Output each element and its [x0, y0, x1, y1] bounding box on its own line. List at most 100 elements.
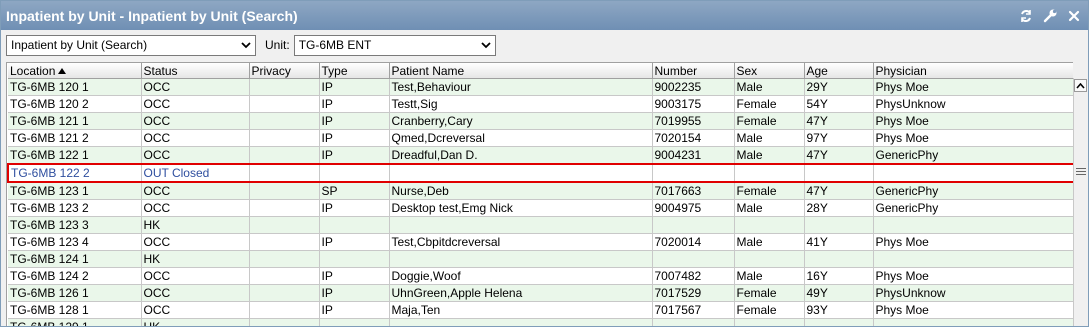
table-row[interactable]: TG-6MB 129 1 HK	[8, 318, 1074, 326]
column-header-location[interactable]: Location	[8, 63, 142, 79]
scrollbar-thumb-grip-icon[interactable]	[1076, 165, 1086, 177]
cell-patient-name: Desktop test,Emg Nick	[389, 199, 653, 217]
cell-age	[804, 163, 874, 183]
column-header-number[interactable]: Number	[652, 63, 735, 79]
cell-location: TG-6MB 122 2	[7, 163, 142, 183]
table-body: TG-6MB 120 1 OCC IP Test,Behaviour 9002235 Ma…	[7, 78, 1074, 326]
cell-location: TG-6MB 123 1	[8, 182, 142, 200]
cell-status: HK	[141, 250, 250, 268]
table-row[interactable]: TG-6MB 120 2 OCC IP Testt,Sig 9003175 Female 5…	[8, 95, 1074, 113]
cell-physician: Phys Moe	[873, 129, 1074, 147]
cell-type: IP	[319, 95, 390, 113]
cell-type	[319, 318, 390, 326]
table-row[interactable]: TG-6MB 121 2 OCC IP Qmed,Dcreversal 7020154 M…	[8, 129, 1074, 147]
table-row[interactable]: TG-6MB 123 4 OCC IP Test,Cbpitdcreversal 702…	[8, 233, 1074, 251]
refresh-icon[interactable]	[1018, 8, 1034, 24]
sort-ascending-icon	[58, 68, 67, 75]
cell-privacy	[249, 129, 320, 147]
cell-privacy	[249, 182, 320, 200]
unit-select[interactable]: TG-6MB ENT	[293, 34, 496, 56]
vertical-scrollbar[interactable]	[1073, 78, 1088, 326]
cell-physician: GenericPhy	[873, 146, 1074, 165]
cell-privacy	[249, 95, 320, 113]
cell-type: IP	[319, 233, 390, 251]
patient-grid: Location Status Privacy Type Patient Nam…	[6, 62, 1074, 326]
table-row[interactable]: TG-6MB 128 1 OCC IP Maja,Ten 7017567 Female 93…	[8, 301, 1074, 319]
table-row[interactable]: TG-6MB 126 1 OCC IP UhnGreen,Apple Helena 70…	[8, 284, 1074, 302]
cell-location: TG-6MB 120 1	[8, 78, 142, 96]
cell-status: HK	[141, 216, 250, 234]
cell-type: IP	[319, 78, 390, 96]
cell-privacy	[249, 250, 320, 268]
cell-age: 54Y	[804, 95, 874, 113]
cell-privacy	[249, 267, 320, 285]
cell-status: OCC	[141, 284, 250, 302]
cell-patient-name: Doggie,Woof	[389, 267, 653, 285]
cell-type: IP	[319, 112, 390, 130]
column-header-age[interactable]: Age	[804, 63, 874, 79]
cell-status: OCC	[141, 301, 250, 319]
column-header-physician[interactable]: Physician	[873, 63, 1074, 79]
cell-status: HK	[141, 318, 250, 326]
cell-age: 93Y	[804, 301, 874, 319]
cell-status: OCC	[141, 182, 250, 200]
cell-physician: Phys Moe	[873, 233, 1074, 251]
cell-physician: PhysUnknow	[873, 284, 1074, 302]
cell-patient-name: Maja,Ten	[389, 301, 653, 319]
cell-number: 7020154	[652, 129, 735, 147]
patient-table: Location Status Privacy Type Patient Nam…	[7, 63, 1074, 326]
table-row-selected[interactable]: TG-6MB 122 2 OUT Closed	[7, 163, 1074, 183]
cell-age	[804, 318, 874, 326]
cell-age: 28Y	[804, 199, 874, 217]
cell-physician: GenericPhy	[873, 199, 1074, 217]
cell-physician: PhysUnknow	[873, 95, 1074, 113]
cell-number: 9003175	[652, 95, 735, 113]
table-row[interactable]: TG-6MB 124 1 HK	[8, 250, 1074, 268]
table-row[interactable]: TG-6MB 122 1 OCC IP Dreadful,Dan D. 9004231 M…	[8, 146, 1074, 165]
table-row[interactable]: TG-6MB 123 1 OCC SP Nurse,Deb 7017663 Female 4…	[8, 182, 1074, 200]
cell-type: SP	[319, 182, 390, 200]
cell-age: 41Y	[804, 233, 874, 251]
cell-location: TG-6MB 121 2	[8, 129, 142, 147]
cell-type: IP	[319, 301, 390, 319]
view-select[interactable]: Inpatient by Unit (Search)	[6, 34, 256, 56]
table-row[interactable]: TG-6MB 120 1 OCC IP Test,Behaviour 9002235 Ma…	[8, 78, 1074, 96]
column-header-sex[interactable]: Sex	[734, 63, 805, 79]
cell-type	[319, 163, 390, 183]
chevron-down-icon	[237, 41, 251, 49]
scroll-up-button[interactable]	[1074, 79, 1087, 92]
cell-location: TG-6MB 123 3	[8, 216, 142, 234]
cell-sex: Male	[734, 129, 805, 147]
column-header-privacy[interactable]: Privacy	[249, 63, 320, 79]
table-row[interactable]: TG-6MB 121 1 OCC IP Cranberry,Cary 7019955 Fe…	[8, 112, 1074, 130]
cell-privacy	[249, 199, 320, 217]
cell-number: 7020014	[652, 233, 735, 251]
cell-sex	[734, 318, 805, 326]
cell-patient-name: Test,Cbpitdcreversal	[389, 233, 653, 251]
cell-patient-name	[389, 250, 653, 268]
column-header-type[interactable]: Type	[319, 63, 390, 79]
close-icon[interactable]	[1066, 8, 1082, 24]
cell-sex: Female	[734, 284, 805, 302]
cell-physician	[873, 318, 1074, 326]
table-header-row: Location Status Privacy Type Patient Nam…	[8, 63, 1074, 79]
cell-patient-name: Cranberry,Cary	[389, 112, 653, 130]
cell-location: TG-6MB 126 1	[8, 284, 142, 302]
cell-status: OCC	[141, 112, 250, 130]
cell-patient-name	[389, 216, 653, 234]
cell-patient-name: Dreadful,Dan D.	[389, 146, 653, 165]
cell-number: 9004975	[652, 199, 735, 217]
cell-privacy	[249, 233, 320, 251]
cell-privacy	[249, 216, 320, 234]
cell-age: 47Y	[804, 112, 874, 130]
table-row[interactable]: TG-6MB 124 2 OCC IP Doggie,Woof 7007482 Male 1…	[8, 267, 1074, 285]
cell-sex: Male	[734, 267, 805, 285]
view-select-value: Inpatient by Unit (Search)	[11, 38, 148, 52]
column-header-patient-name[interactable]: Patient Name	[389, 63, 653, 79]
cell-sex: Female	[734, 112, 805, 130]
column-header-status[interactable]: Status	[141, 63, 250, 79]
table-row[interactable]: TG-6MB 123 3 HK	[8, 216, 1074, 234]
wrench-icon[interactable]	[1042, 8, 1058, 24]
table-row[interactable]: TG-6MB 123 2 OCC IP Desktop test,Emg Nick 90…	[8, 199, 1074, 217]
cell-type: IP	[319, 199, 390, 217]
